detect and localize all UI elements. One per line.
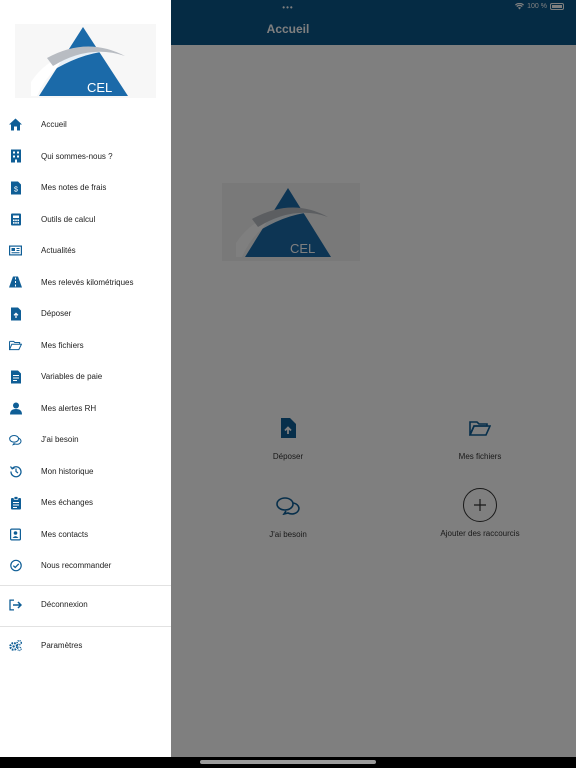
menu-item-mes-fichiers[interactable]: Mes fichiers: [0, 330, 171, 362]
menu-item-releves-kilometriques[interactable]: Mes relevés kilométriques: [0, 267, 171, 299]
menu-item-parametres[interactable]: Paramètres: [0, 630, 171, 662]
menu-item-actualites[interactable]: Actualités: [0, 235, 171, 267]
chat-bubbles-icon: [9, 433, 22, 446]
menu-item-outils-de-calcul[interactable]: Outils de calcul: [0, 204, 171, 236]
menu-item-historique[interactable]: Mon historique: [0, 456, 171, 488]
document-icon: [9, 370, 22, 384]
menu-divider: [0, 626, 171, 627]
menu-item-label: Déposer: [41, 309, 72, 319]
menu-item-label: Mes échanges: [41, 498, 94, 508]
menu-item-label: Mon historique: [41, 466, 94, 476]
menu-item-label: J'ai besoin: [41, 435, 79, 445]
menu-item-jai-besoin[interactable]: J'ai besoin: [0, 424, 171, 456]
menu-item-qui-sommes-nous[interactable]: Qui sommes-nous ?: [0, 141, 171, 173]
menu-item-notes-de-frais[interactable]: $ Mes notes de frais: [0, 172, 171, 204]
menu-item-label: Mes notes de frais: [41, 183, 107, 193]
logout-icon: [9, 598, 22, 611]
road-icon: [9, 276, 22, 289]
logo-text: CEL: [87, 80, 112, 95]
menu-item-label: Outils de calcul: [41, 214, 96, 224]
menu-item-deconnexion[interactable]: Déconnexion: [0, 589, 171, 621]
menu-item-label: Paramètres: [41, 641, 83, 651]
menu-item-deposer[interactable]: Déposer: [0, 298, 171, 330]
menu-item-label: Accueil: [41, 120, 67, 130]
drawer-backdrop[interactable]: [171, 0, 576, 768]
navigation-drawer: CEL Accueil Qui sommes-nous ? $ Mes note…: [0, 0, 171, 757]
check-circle-icon: [9, 559, 22, 572]
menu-item-label: Mes contacts: [41, 529, 89, 539]
gears-icon: [9, 639, 22, 652]
calculator-icon: [9, 213, 22, 226]
contact-card-icon: [9, 528, 22, 541]
menu-item-label: Variables de paie: [41, 372, 103, 382]
svg-text:$: $: [14, 186, 18, 193]
news-icon: [9, 244, 22, 257]
menu-item-label: Déconnexion: [41, 600, 88, 610]
file-upload-icon: [9, 307, 22, 321]
drawer-menu: Accueil Qui sommes-nous ? $ Mes notes de…: [0, 109, 171, 582]
user-alert-icon: [9, 402, 22, 415]
home-icon: [9, 118, 22, 131]
menu-item-label: Mes relevés kilométriques: [41, 277, 134, 287]
folder-open-icon: [9, 339, 22, 352]
menu-item-label: Nous recommander: [41, 561, 112, 571]
menu-item-contacts[interactable]: Mes contacts: [0, 519, 171, 551]
menu-item-recommander[interactable]: Nous recommander: [0, 550, 171, 582]
history-icon: [9, 465, 22, 478]
menu-item-accueil[interactable]: Accueil: [0, 109, 171, 141]
menu-item-label: Qui sommes-nous ?: [41, 151, 113, 161]
menu-item-variables-de-paie[interactable]: Variables de paie: [0, 361, 171, 393]
menu-item-label: Mes alertes RH: [41, 403, 97, 413]
drawer-logo: CEL: [15, 24, 156, 98]
clipboard-icon: [9, 496, 22, 510]
menu-item-alertes-rh[interactable]: Mes alertes RH: [0, 393, 171, 425]
menu-item-label: Actualités: [41, 246, 76, 256]
home-indicator[interactable]: [200, 760, 376, 764]
receipt-icon: $: [9, 181, 22, 195]
building-icon: [9, 149, 22, 163]
menu-item-label: Mes fichiers: [41, 340, 84, 350]
menu-divider: [0, 585, 171, 586]
menu-item-echanges[interactable]: Mes échanges: [0, 487, 171, 519]
